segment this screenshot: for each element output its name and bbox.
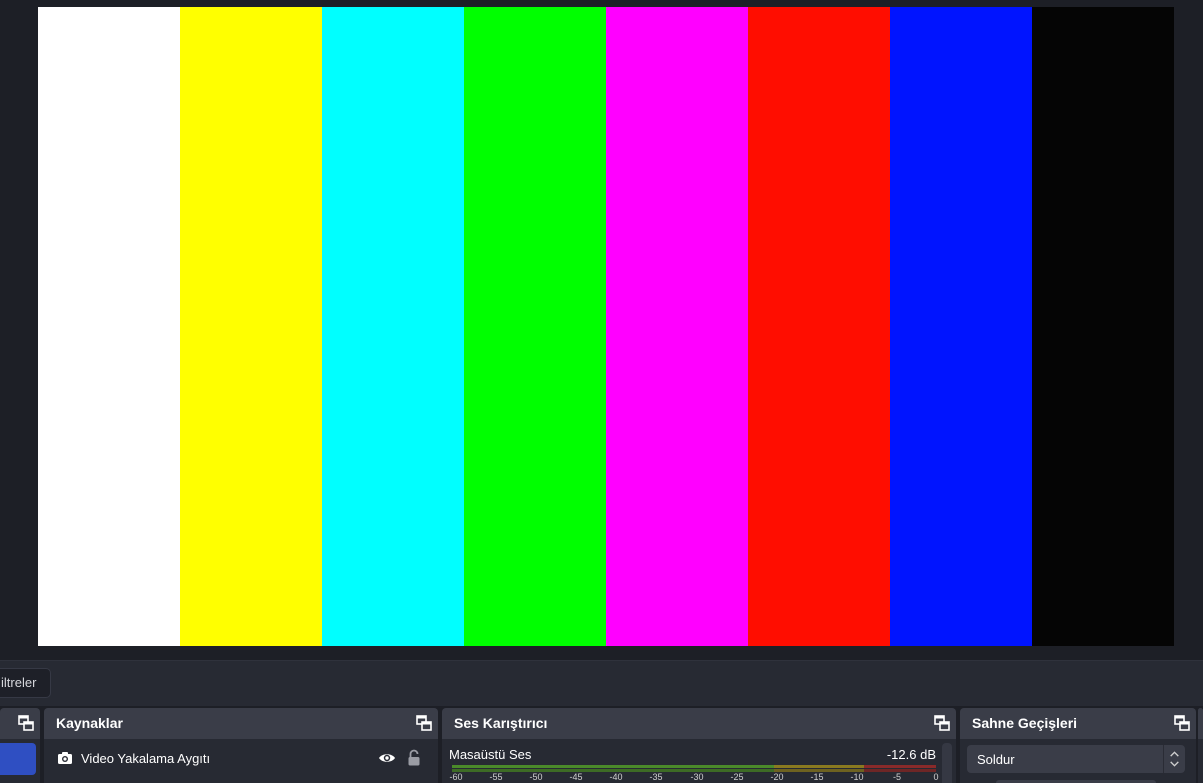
meter-tick-label: -20 xyxy=(770,772,784,782)
meter-tick-label: -60 xyxy=(449,772,463,782)
meter-tick-label: -40 xyxy=(609,772,623,782)
preview-area xyxy=(0,0,1203,660)
color-bar-yellow xyxy=(180,7,322,646)
scenes-dock xyxy=(0,708,40,783)
meter-tick-label: -45 xyxy=(569,772,583,782)
filters-button[interactable]: iltreler xyxy=(0,668,52,698)
mixer-scrollbar[interactable] xyxy=(942,743,952,783)
mixer-channel-level: -12.6 dB xyxy=(886,747,936,762)
volume-meter-scale: -60 -55 -50 -45 -40 -35 -30 -25 -20 -15 … xyxy=(446,772,946,783)
sources-dock-header: Kaynaklar xyxy=(44,708,438,739)
sources-dock-title: Kaynaklar xyxy=(56,715,123,731)
source-item-video-capture[interactable]: Video Yakalama Aygıtı xyxy=(44,742,438,774)
undock-icon[interactable] xyxy=(934,715,950,731)
eye-icon[interactable] xyxy=(378,750,396,766)
transition-select-value: Soldur xyxy=(977,752,1015,767)
audio-mixer-dock-header: Ses Karıştırıcı xyxy=(442,708,956,739)
color-bar-magenta xyxy=(606,7,748,646)
context-toolbar: iltreler xyxy=(0,660,1203,706)
meter-tick-label: -30 xyxy=(690,772,704,782)
scene-transitions-dock: Sahne Geçişleri Soldur xyxy=(960,708,1196,783)
meter-tick-label: -25 xyxy=(730,772,744,782)
meter-tick-label: -5 xyxy=(892,772,902,782)
scene-transitions-dock-title: Sahne Geçişleri xyxy=(972,715,1078,731)
color-bar-red xyxy=(748,7,890,646)
mixer-channel-name: Masaüstü Ses xyxy=(449,747,532,762)
obs-window: iltreler Kaynaklar Video Yakalama Aygıtı… xyxy=(0,0,1203,783)
audio-mixer-dock: Ses Karıştırıcı Masaüstü Ses -12.6 dB -6… xyxy=(442,708,956,783)
transition-select[interactable]: Soldur xyxy=(967,745,1185,773)
source-item-2[interactable] xyxy=(44,776,438,783)
scene-item-selected[interactable] xyxy=(0,743,36,775)
scenes-dock-header xyxy=(0,708,40,739)
chevron-up-down-icon[interactable] xyxy=(1163,745,1185,773)
meter-tick-label: -10 xyxy=(850,772,864,782)
color-bar-black xyxy=(1032,7,1174,646)
audio-mixer-dock-title: Ses Karıştırıcı xyxy=(454,715,548,731)
meter-tick-label: -55 xyxy=(489,772,503,782)
program-preview[interactable] xyxy=(38,7,1174,646)
undock-icon[interactable] xyxy=(18,715,34,731)
meter-tick-label: -35 xyxy=(649,772,663,782)
undock-icon[interactable] xyxy=(416,715,432,731)
meter-tick-label: -50 xyxy=(529,772,543,782)
sources-dock: Kaynaklar Video Yakalama Aygıtı xyxy=(44,708,438,783)
next-dock-header xyxy=(1198,708,1203,739)
source-item-label: Video Yakalama Aygıtı xyxy=(81,751,211,766)
camera-icon xyxy=(58,752,72,764)
next-dock-edge xyxy=(1198,708,1203,783)
meter-tick-label: -15 xyxy=(810,772,824,782)
undock-icon[interactable] xyxy=(1174,715,1190,731)
color-bar-white xyxy=(38,7,180,646)
meter-tick-label: 0 xyxy=(933,772,939,782)
color-bar-cyan xyxy=(322,7,464,646)
unlock-icon[interactable] xyxy=(406,749,422,767)
scene-transitions-dock-header: Sahne Geçişleri xyxy=(960,708,1196,739)
color-bar-green xyxy=(464,7,606,646)
color-bar-blue xyxy=(890,7,1032,646)
